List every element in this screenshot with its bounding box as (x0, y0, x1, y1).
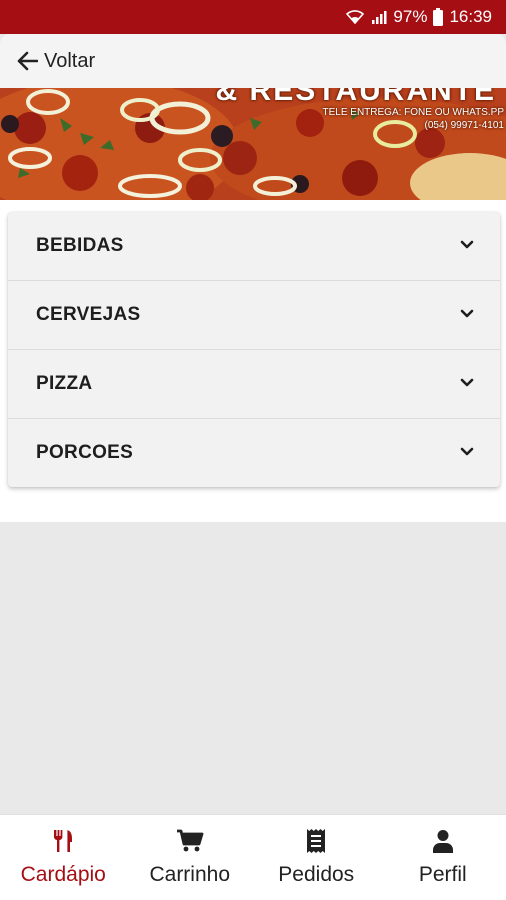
category-pizza[interactable]: PIZZA (8, 350, 500, 419)
receipt-icon (306, 827, 326, 855)
battery-percentage: 97% (393, 7, 428, 26)
category-label: BEBIDAS (36, 235, 124, 256)
category-label: PORCOES (36, 442, 134, 463)
nav-pedidos[interactable]: Pedidos (253, 815, 380, 900)
category-label: CERVEJAS (36, 304, 141, 325)
menu-categories: BEBIDAS CERVEJAS PIZZA PORCOES (8, 212, 500, 487)
bottom-navigation: Cardápio Carrinho Pedidos Perfil (0, 814, 506, 900)
utensils-icon (52, 827, 74, 855)
nav-label: Perfil (418, 863, 467, 886)
nav-label: Pedidos (278, 863, 355, 886)
nav-label: Cardápio (20, 863, 106, 886)
chevron-down-icon (460, 237, 474, 255)
category-bebidas[interactable]: BEBIDAS (8, 212, 500, 281)
nav-cardapio[interactable]: Cardápio (0, 815, 127, 900)
chevron-down-icon (460, 375, 474, 393)
banner-delivery-text: TELE ENTREGA: FONE OU WHATS.PP (322, 107, 504, 118)
banner-phone: (054) 99971-4101 (424, 120, 504, 131)
battery-icon (433, 8, 444, 26)
nav-carrinho[interactable]: Carrinho (127, 815, 254, 900)
back-button[interactable]: Voltar (16, 50, 95, 73)
nav-label: Carrinho (149, 863, 231, 886)
category-porcoes[interactable]: PORCOES (8, 419, 500, 487)
chevron-down-icon (460, 306, 474, 324)
status-bar: 97% 16:39 (0, 0, 506, 34)
arrow-left-icon (16, 51, 38, 71)
app-header: Voltar (0, 34, 506, 88)
category-cervejas[interactable]: CERVEJAS (8, 281, 500, 350)
wifi-icon (345, 9, 365, 25)
category-label: PIZZA (36, 373, 93, 394)
signal-icon (371, 9, 387, 25)
banner-title: & RESTAURANTE (215, 88, 496, 107)
nav-perfil[interactable]: Perfil (380, 815, 506, 900)
chevron-down-icon (460, 444, 474, 462)
restaurant-banner: & RESTAURANTE TELE ENTREGA: FONE OU WHAT… (0, 88, 506, 200)
cart-icon (176, 827, 204, 855)
clock: 16:39 (449, 7, 492, 26)
back-label: Voltar (44, 49, 96, 72)
user-icon (432, 827, 454, 855)
